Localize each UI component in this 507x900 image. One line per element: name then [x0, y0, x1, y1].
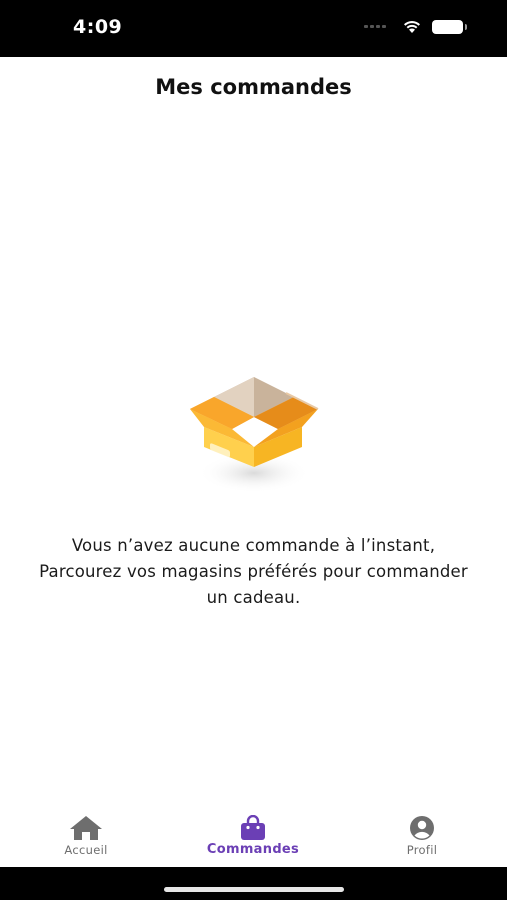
tab-label: Accueil [64, 843, 108, 857]
screen: 4:09 Mes commandes Vous n’avez aucune co… [0, 0, 507, 900]
empty-state-line: un cadeau. [206, 588, 301, 607]
tab-label: Commandes [206, 842, 300, 857]
tab-profil[interactable]: Profil [362, 815, 482, 857]
signal-icon [364, 25, 386, 28]
empty-state-message: Vous n’avez aucune commande à l’instant,… [10, 533, 497, 611]
status-bar: 4:09 [0, 0, 507, 57]
wifi-icon [404, 21, 420, 33]
empty-state-line: Parcourez vos magasins préférés pour com… [39, 562, 468, 581]
home-icon [70, 816, 102, 840]
home-indicator[interactable] [164, 887, 344, 892]
battery-icon [432, 19, 467, 34]
home-indicator-area [0, 867, 507, 900]
status-icons [364, 19, 467, 34]
page-title: Mes commandes [155, 75, 352, 99]
tab-label: Profil [406, 843, 438, 857]
app-content: Mes commandes Vous n’avez aucune command… [0, 57, 507, 867]
open-box-icon [190, 377, 319, 493]
status-time: 4:09 [73, 16, 123, 38]
tab-bar: Accueil Commandes Profil [0, 803, 507, 867]
tab-commandes[interactable]: Commandes [193, 815, 313, 857]
user-circle-icon [410, 816, 434, 840]
empty-state-line: Vous n’avez aucune commande à l’instant, [71, 536, 436, 555]
tab-accueil[interactable]: Accueil [26, 815, 146, 857]
shopping-bag-icon [241, 815, 265, 840]
